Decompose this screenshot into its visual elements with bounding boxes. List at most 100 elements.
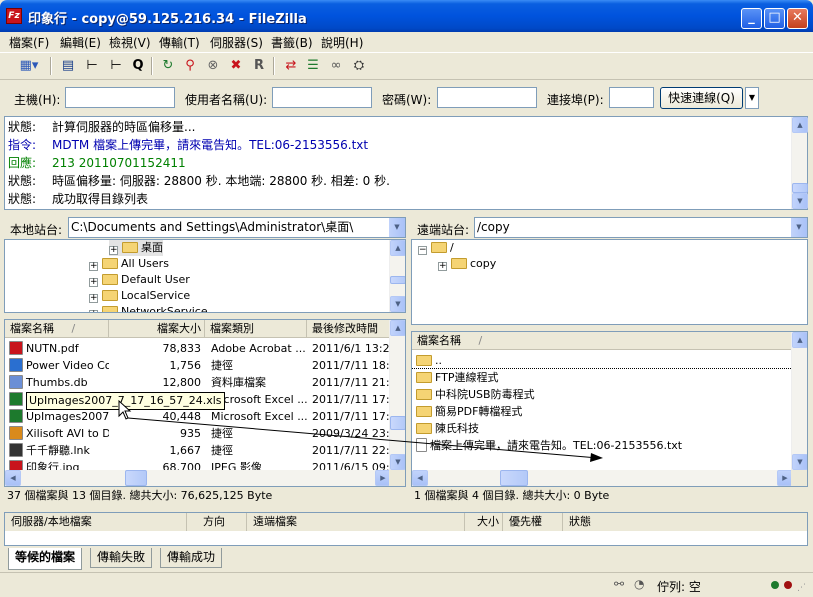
remote-file-list[interactable]: 檔案名稱 / .. FTP連線程式 中科院USB防毒程式 簡易PDF轉檔程式 陳氏科技檔… [411,331,808,487]
scrollbar-thumb[interactable] [125,470,147,486]
column-name[interactable]: 檔案名稱 / [5,320,109,338]
table-row[interactable]: FTP連線程式 [412,369,793,386]
queue-column-remote[interactable]: 遠端檔案 [247,513,465,531]
menu-transfer[interactable]: 傳輸(T) [159,34,200,51]
reconnect-button[interactable]: R [249,56,269,76]
expand-icon[interactable]: + [109,246,118,255]
filezilla-app-icon[interactable]: Fz [6,8,22,24]
search-button[interactable]: ⛭ [349,56,369,76]
chevron-down-icon[interactable]: ▼ [791,218,807,237]
scroll-up-icon[interactable]: ▲ [390,320,405,336]
table-row[interactable]: 簡易PDF轉檔程式 [412,403,793,420]
remote-files-hscrollbar[interactable]: ◀ ▶ [412,470,793,486]
tree-item-desktop[interactable]: + 桌面 [109,240,163,256]
scroll-up-icon[interactable]: ▲ [792,117,808,133]
column-modified[interactable]: 最後修改時間 [307,320,391,338]
scroll-down-icon[interactable]: ▼ [390,296,405,312]
maximize-button[interactable]: □ [764,8,785,29]
table-row[interactable]: 檔案上傳完畢，請來電告知。TEL:06-2153556.txt [412,437,793,454]
column-size[interactable]: 檔案大小 [109,320,205,338]
toggle-queue-button[interactable]: Q [128,56,148,76]
scrollbar-thumb[interactable] [390,416,405,430]
title-bar[interactable]: Fz 印象行 - copy@59.125.216.34 - FileZilla … [0,0,813,32]
resize-grip-icon[interactable]: ⋰ [797,583,806,593]
column-name[interactable]: 檔案名稱 / [412,332,807,350]
scroll-down-icon[interactable]: ▼ [792,193,808,209]
menu-server[interactable]: 伺服器(S) [210,34,263,51]
menu-file[interactable]: 檔案(F) [9,34,49,51]
table-row[interactable]: .. [412,352,793,369]
tree-item-default-user[interactable]: + Default User [89,272,190,288]
scroll-down-icon[interactable]: ▼ [792,454,807,470]
table-row[interactable]: NUTN.pdf 78,833 Adobe Acrobat ... 2011/6/1 … [5,340,392,357]
expand-icon[interactable]: + [89,262,98,271]
menu-help[interactable]: 說明(H) [321,34,363,51]
table-row[interactable]: 中科院USB防毒程式 [412,386,793,403]
queue-column-direction[interactable]: 方向 [187,513,247,531]
directory-filter-button[interactable]: ⇄ [281,56,301,76]
expand-icon[interactable]: + [438,262,447,271]
column-type[interactable]: 檔案類別 [205,320,307,338]
table-row[interactable]: 千千靜聽.lnk 1,667 捷徑 2011/7/11 22:0 [5,442,392,459]
table-row[interactable]: UpImages2007_7...40,448Microsoft Excel .… [5,408,392,425]
local-directory-tree[interactable]: + 桌面 + All Users + Default User + LocalServi… [4,239,406,313]
expand-icon[interactable]: + [89,310,98,312]
tab-queued-files[interactable]: 等候的檔案 [8,548,83,570]
chevron-down-icon[interactable]: ▼ [389,218,405,237]
cancel-button[interactable]: ⊗ [203,56,223,76]
collapse-icon[interactable]: − [418,246,427,255]
queue-column-size[interactable]: 大小 [465,513,503,531]
tree-item-localservice[interactable]: + LocalService [89,288,190,304]
scroll-up-icon[interactable]: ▲ [792,332,807,348]
scrollbar-thumb[interactable] [390,276,405,284]
toggle-remote-tree-button[interactable]: ⊢ [106,56,126,76]
message-log[interactable]: 狀態: 計算伺服器的時區偏移量... 指令: MDTM 檔案上傳完畢，請來電告知。T… [4,116,808,210]
local-files-hscrollbar[interactable]: ◀ ▶ [5,470,391,486]
menu-view[interactable]: 檢視(V) [109,34,151,51]
tree-item-copy[interactable]: + copy [438,256,496,272]
menu-bookmarks[interactable]: 書籤(B) [271,34,313,51]
refresh-button[interactable]: ↻ [158,56,178,76]
username-input[interactable] [272,87,372,108]
transfer-queue[interactable]: 伺服器/本地檔案 方向 遠端檔案 大小 優先權 狀態 [4,512,808,546]
expand-icon[interactable]: + [89,278,98,287]
minimize-button[interactable]: _ [741,8,762,29]
tree-item-all-users[interactable]: + All Users [89,256,169,272]
table-row[interactable]: 陳氏科技 [412,420,793,437]
toggle-log-button[interactable]: ▤ [58,56,78,76]
local-files-scrollbar[interactable]: ▲ ▼ [389,320,405,470]
expand-icon[interactable]: + [89,294,98,303]
table-row[interactable]: Xilisoft AVI to DV... 935 捷徑 2009/3/24 23:0 [5,425,392,442]
log-scrollbar[interactable]: ▲ ▼ [791,117,808,209]
sync-browsing-button[interactable]: ∞ [326,56,346,76]
remote-directory-tree[interactable]: − / + copy [411,239,808,325]
local-tree-scrollbar[interactable]: ▲ ▼ [389,240,405,312]
tab-successful-transfers[interactable]: 傳輸成功 [160,548,223,568]
quickconnect-dropdown-button[interactable]: ▼ [745,87,759,109]
scroll-up-icon[interactable]: ▲ [390,240,405,256]
scrollbar-thumb[interactable] [792,183,808,193]
table-row[interactable]: Power Video Con... 1,756 捷徑 2011/7/11 18:3 [5,357,392,374]
toggle-comparison-button[interactable]: ☰ [303,56,323,76]
remote-path-combo[interactable]: /copy ▼ [474,217,808,238]
table-row[interactable]: Thumbs.db 12,800 資料庫檔案 2011/7/11 21:5 [5,374,392,391]
port-input[interactable] [609,87,654,108]
queue-column-status[interactable]: 狀態 [563,513,807,531]
site-manager-button[interactable]: ▦▾ [14,56,44,76]
quickconnect-button[interactable]: 快速連線(Q) [660,87,743,109]
queue-column-file[interactable]: 伺服器/本地檔案 [5,513,187,531]
toggle-local-tree-button[interactable]: ⊢ [82,56,102,76]
host-input[interactable] [65,87,175,108]
tab-failed-transfers[interactable]: 傳輸失敗 [90,548,153,568]
disconnect-button[interactable]: ✖ [226,56,246,76]
tree-item-root[interactable]: − / [418,240,454,256]
remote-files-scrollbar[interactable]: ▲ ▼ [791,332,807,470]
scroll-down-icon[interactable]: ▼ [390,454,405,470]
scroll-left-icon[interactable]: ◀ [5,470,21,486]
process-queue-button[interactable]: ⚲ [180,56,200,76]
menu-edit[interactable]: 編輯(E) [60,34,101,51]
speed-limit-icon[interactable]: ◔ [634,577,644,591]
scroll-left-icon[interactable]: ◀ [412,470,428,486]
password-input[interactable] [437,87,537,108]
close-button[interactable]: ✕ [787,8,808,29]
